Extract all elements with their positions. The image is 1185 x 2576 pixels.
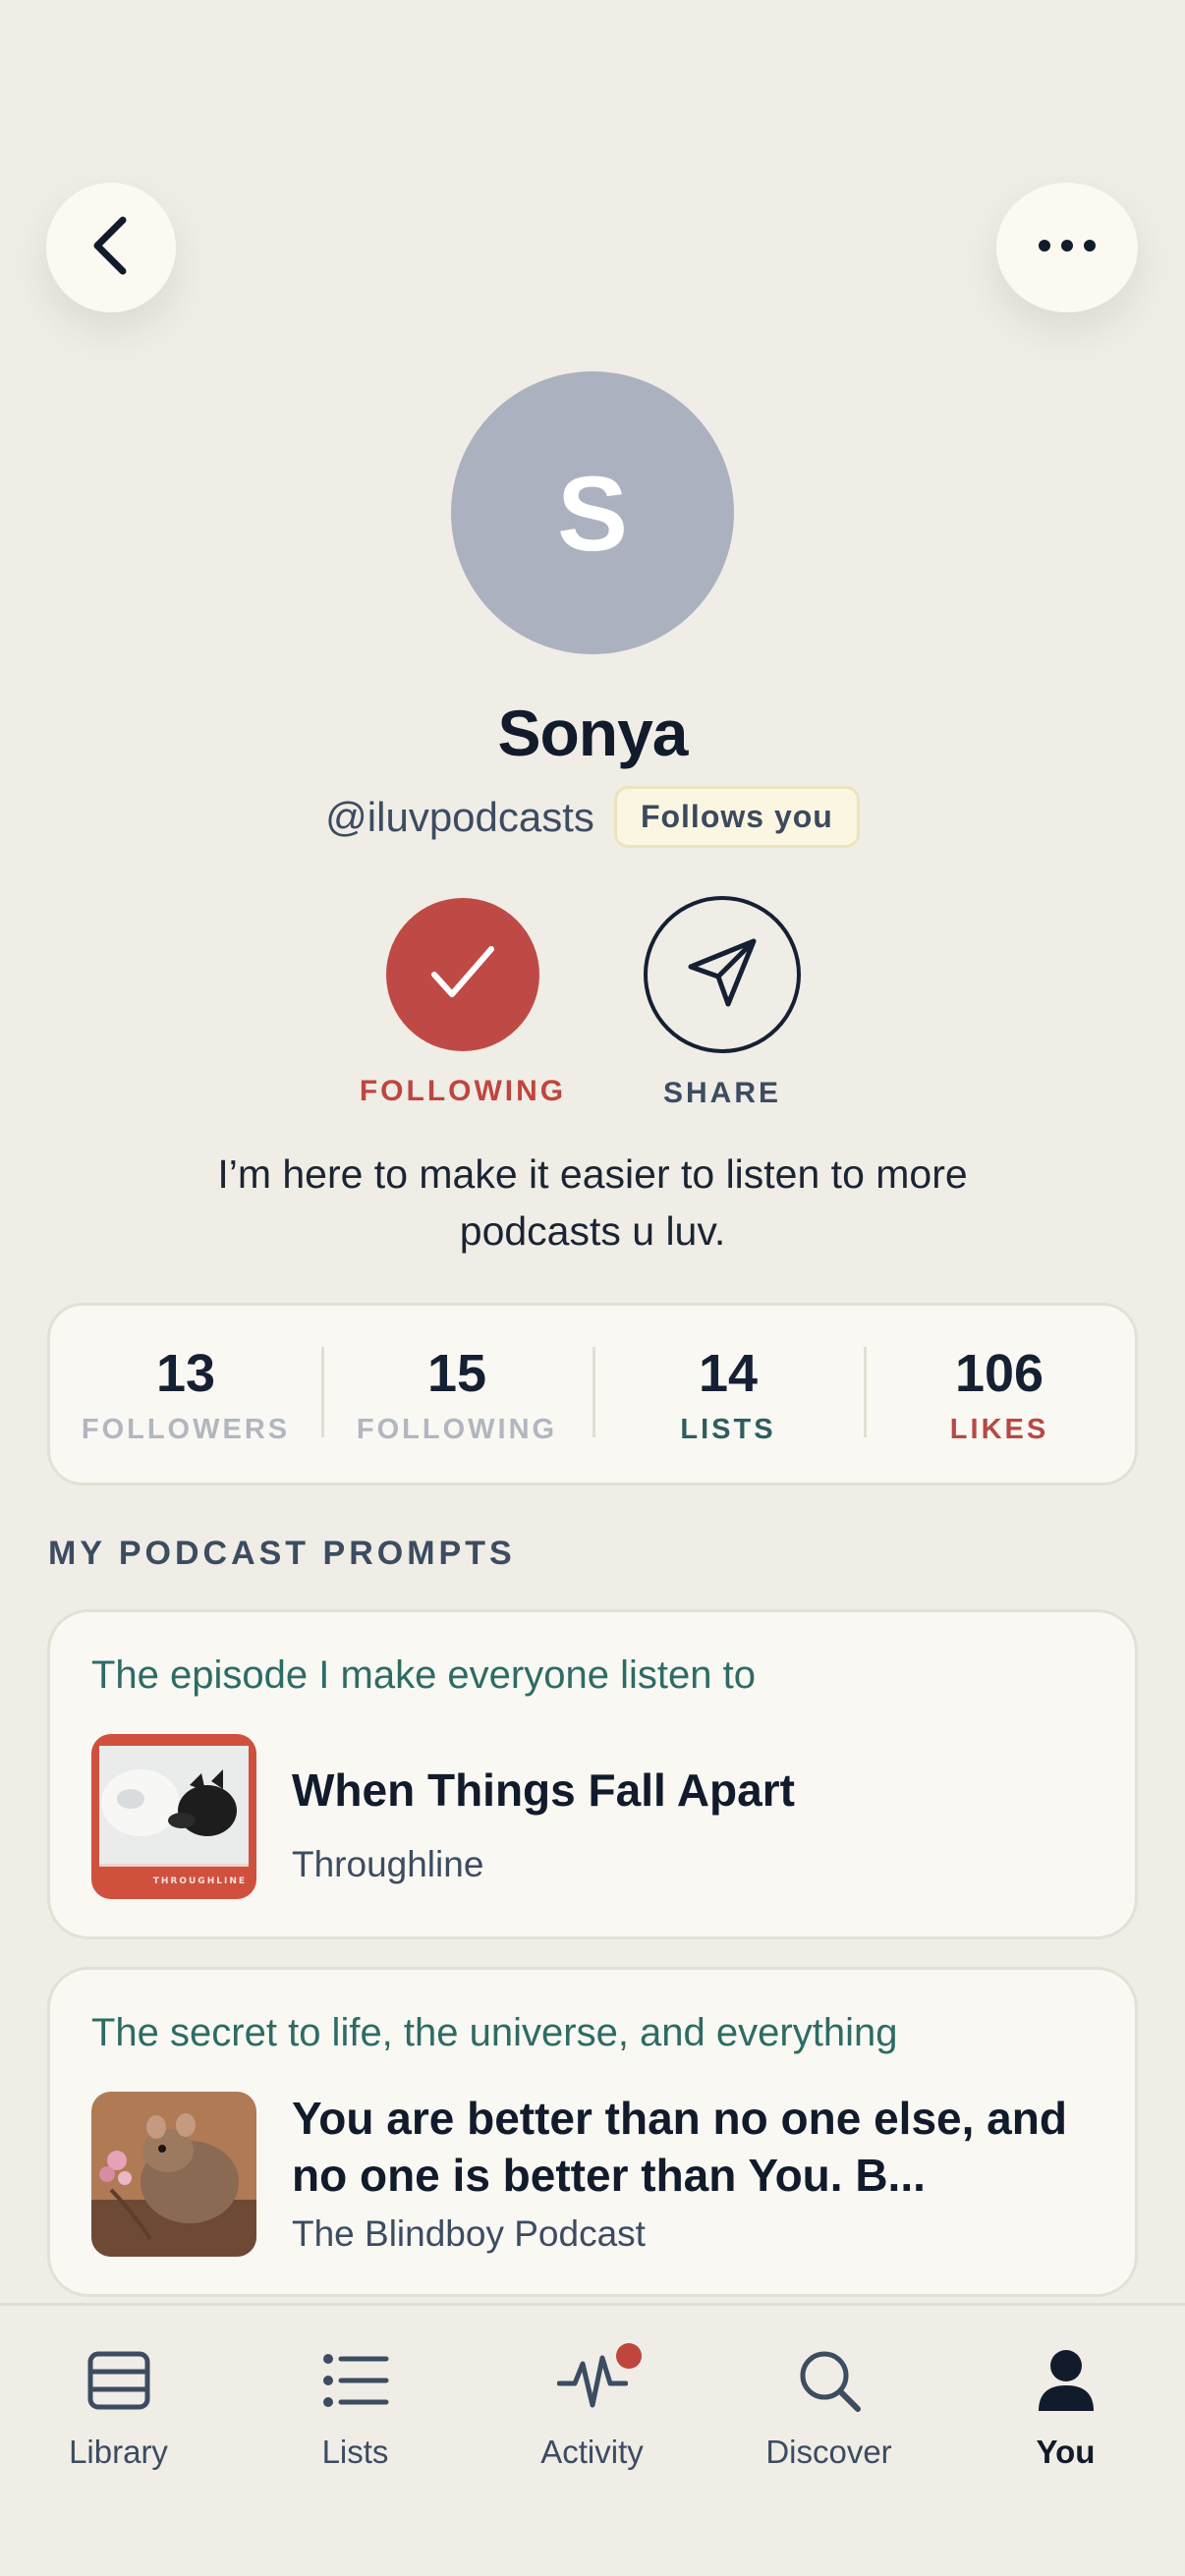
list-icon (321, 2351, 390, 2415)
back-button[interactable] (46, 183, 176, 312)
prompt-card[interactable]: The episode I make everyone listen to TH… (47, 1609, 1138, 1939)
tab-you[interactable]: You (947, 2306, 1184, 2576)
stats-card: 13 FOLLOWERS 15 FOLLOWING 14 LISTS 106 L… (47, 1303, 1138, 1485)
profile-handle: @iluvpodcasts (325, 793, 594, 840)
tab-label: Lists (321, 2434, 389, 2470)
following-circle[interactable] (386, 898, 539, 1051)
chevron-left-icon (87, 214, 135, 282)
share-label: SHARE (662, 1077, 781, 1109)
search-icon (797, 2348, 862, 2418)
episode-title: You are better than no one else, and no … (292, 2093, 1067, 2201)
library-icon (86, 2348, 151, 2418)
stat-followers[interactable]: 13 FOLLOWERS (50, 1343, 321, 1446)
share-button[interactable]: SHARE (614, 896, 830, 1110)
follows-you-badge: Follows you (613, 786, 860, 848)
send-icon (683, 933, 762, 1017)
more-options-button[interactable] (996, 183, 1138, 312)
tab-label: Discover (765, 2434, 892, 2470)
tab-discover[interactable]: Discover (710, 2306, 947, 2576)
stat-label: FOLLOWING (356, 1413, 558, 1445)
tab-label: Library (69, 2434, 168, 2470)
show-name: Throughline (292, 1844, 484, 1884)
section-title: MY PODCAST PROMPTS (48, 1535, 516, 1572)
notification-dot (616, 2343, 642, 2369)
prompt-card[interactable]: The secret to life, the universe, and ev… (47, 1967, 1138, 2297)
stat-label: FOLLOWERS (81, 1413, 291, 1445)
handle-row: @iluvpodcasts Follows you (0, 786, 1185, 848)
stat-label: LISTS (680, 1413, 776, 1445)
tab-activity[interactable]: Activity (474, 2306, 710, 2576)
tab-lists[interactable]: Lists (237, 2306, 474, 2576)
tab-label: You (1036, 2434, 1096, 2470)
stat-value: 15 (426, 1343, 487, 1403)
stat-likes[interactable]: 106 LIKES (864, 1343, 1135, 1446)
episode-title: When Things Fall Apart (292, 1764, 795, 1816)
tab-bar: Library Lists Activity Discover You (0, 2303, 1185, 2576)
prompt-text: The secret to life, the universe, and ev… (91, 2011, 898, 2054)
stat-lists[interactable]: 14 LISTS (592, 1343, 864, 1446)
prompt-text: The episode I make everyone listen to (91, 1653, 756, 1697)
following-label: FOLLOWING (359, 1075, 567, 1107)
following-button[interactable]: FOLLOWING (355, 896, 571, 1108)
profile-name: Sonya (497, 697, 688, 769)
stat-label: LIKES (949, 1413, 1049, 1445)
avatar: S (451, 371, 734, 654)
share-circle[interactable] (644, 896, 801, 1053)
stat-value: 106 (954, 1343, 1044, 1403)
svg-text:THROUGHLINE: THROUGHLINE (153, 1876, 247, 1886)
tab-library[interactable]: Library (0, 2306, 237, 2576)
podcast-artwork (91, 2092, 256, 2257)
stat-value: 13 (155, 1343, 216, 1403)
person-icon (1037, 2348, 1096, 2418)
stat-value: 14 (698, 1343, 759, 1403)
stat-following[interactable]: 15 FOLLOWING (321, 1343, 592, 1446)
podcast-artwork: THROUGHLINE (91, 1734, 256, 1899)
ellipsis-icon (1038, 239, 1097, 257)
profile-bio: I’m here to make it easier to listen to … (217, 1151, 968, 1254)
show-name: The Blindboy Podcast (292, 2213, 646, 2254)
checkmark-icon (428, 943, 497, 1007)
tab-label: Activity (540, 2434, 644, 2470)
